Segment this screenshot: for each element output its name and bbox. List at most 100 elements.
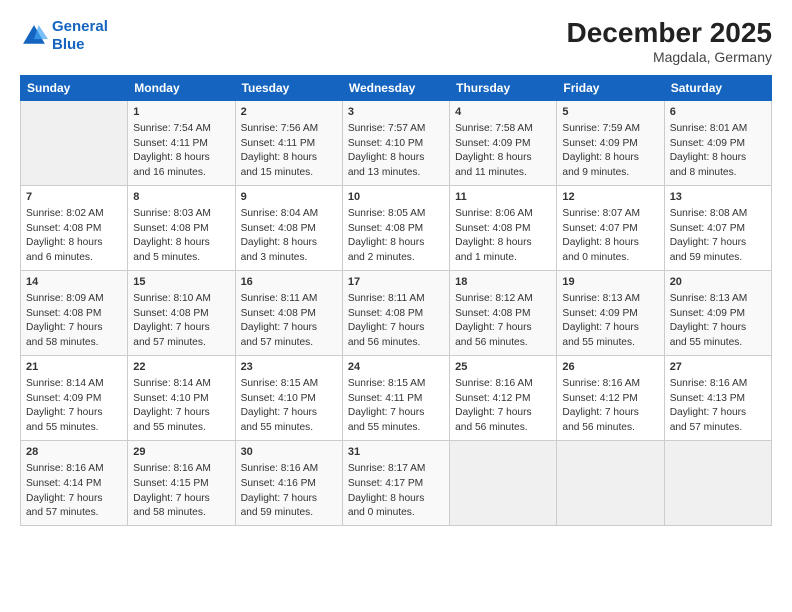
calendar-cell: 18Sunrise: 8:12 AMSunset: 4:08 PMDayligh… [450,270,557,355]
day-info: Sunset: 4:08 PM [455,222,551,237]
day-info: and 59 minutes. [241,506,337,521]
day-number: 2 [241,105,337,121]
day-info: Sunrise: 8:06 AM [455,207,551,222]
day-info: and 56 minutes. [562,421,658,436]
day-info: Sunset: 4:08 PM [26,307,122,322]
day-info: Sunrise: 8:12 AM [455,292,551,307]
header-day-monday: Monday [128,75,235,100]
day-info: Daylight: 8 hours [348,151,444,166]
day-number: 7 [26,190,122,206]
day-info: Sunrise: 8:16 AM [670,377,766,392]
day-info: and 57 minutes. [670,421,766,436]
header: General Blue December 2025 Magdala, Germ… [20,18,772,65]
day-info: Sunset: 4:15 PM [133,477,229,492]
day-info: Sunset: 4:09 PM [562,137,658,152]
day-info: Daylight: 7 hours [241,492,337,507]
calendar-cell: 12Sunrise: 8:07 AMSunset: 4:07 PMDayligh… [557,185,664,270]
day-info: Sunrise: 8:13 AM [670,292,766,307]
header-row: SundayMondayTuesdayWednesdayThursdayFrid… [21,75,772,100]
day-info: and 58 minutes. [133,506,229,521]
day-number: 25 [455,360,551,376]
day-info: and 9 minutes. [562,166,658,181]
calendar-cell [557,441,664,526]
calendar-cell: 11Sunrise: 8:06 AMSunset: 4:08 PMDayligh… [450,185,557,270]
day-info: and 55 minutes. [26,421,122,436]
calendar-title: December 2025 [567,18,772,49]
day-info: Sunset: 4:17 PM [348,477,444,492]
day-info: and 58 minutes. [26,336,122,351]
day-info: and 3 minutes. [241,251,337,266]
day-number: 4 [455,105,551,121]
day-info: and 56 minutes. [348,336,444,351]
day-number: 3 [348,105,444,121]
day-info: Sunrise: 8:14 AM [133,377,229,392]
calendar-cell: 14Sunrise: 8:09 AMSunset: 4:08 PMDayligh… [21,270,128,355]
calendar-cell: 30Sunrise: 8:16 AMSunset: 4:16 PMDayligh… [235,441,342,526]
calendar-cell: 17Sunrise: 8:11 AMSunset: 4:08 PMDayligh… [342,270,449,355]
day-info: Sunset: 4:08 PM [241,307,337,322]
day-info: Sunset: 4:08 PM [348,307,444,322]
day-info: Daylight: 8 hours [133,236,229,251]
day-info: and 56 minutes. [455,421,551,436]
day-info: and 11 minutes. [455,166,551,181]
calendar-cell: 8Sunrise: 8:03 AMSunset: 4:08 PMDaylight… [128,185,235,270]
day-info: Sunset: 4:07 PM [562,222,658,237]
day-info: Daylight: 7 hours [348,406,444,421]
calendar-cell: 4Sunrise: 7:58 AMSunset: 4:09 PMDaylight… [450,100,557,185]
calendar-cell: 6Sunrise: 8:01 AMSunset: 4:09 PMDaylight… [664,100,771,185]
day-info: and 16 minutes. [133,166,229,181]
day-number: 12 [562,190,658,206]
day-info: Sunrise: 8:16 AM [455,377,551,392]
day-info: Sunrise: 8:07 AM [562,207,658,222]
day-info: Daylight: 8 hours [348,236,444,251]
logo: General Blue [20,18,108,54]
week-row-4: 21Sunrise: 8:14 AMSunset: 4:09 PMDayligh… [21,355,772,440]
day-info: Sunset: 4:11 PM [133,137,229,152]
day-number: 5 [562,105,658,121]
day-number: 20 [670,275,766,291]
day-info: Daylight: 7 hours [241,406,337,421]
header-day-friday: Friday [557,75,664,100]
day-info: and 6 minutes. [26,251,122,266]
calendar-cell: 20Sunrise: 8:13 AMSunset: 4:09 PMDayligh… [664,270,771,355]
calendar-cell: 7Sunrise: 8:02 AMSunset: 4:08 PMDaylight… [21,185,128,270]
day-info: Sunrise: 8:01 AM [670,122,766,137]
header-day-wednesday: Wednesday [342,75,449,100]
day-number: 8 [133,190,229,206]
day-info: Sunset: 4:08 PM [348,222,444,237]
day-info: and 55 minutes. [670,336,766,351]
calendar-cell [450,441,557,526]
day-number: 6 [670,105,766,121]
day-info: and 5 minutes. [133,251,229,266]
day-number: 1 [133,105,229,121]
day-info: Daylight: 8 hours [241,236,337,251]
day-number: 16 [241,275,337,291]
day-number: 30 [241,445,337,461]
day-info: Sunrise: 8:11 AM [241,292,337,307]
week-row-3: 14Sunrise: 8:09 AMSunset: 4:08 PMDayligh… [21,270,772,355]
calendar-cell: 25Sunrise: 8:16 AMSunset: 4:12 PMDayligh… [450,355,557,440]
calendar-cell: 9Sunrise: 8:04 AMSunset: 4:08 PMDaylight… [235,185,342,270]
day-info: Sunset: 4:09 PM [670,137,766,152]
day-info: Sunset: 4:11 PM [241,137,337,152]
day-number: 17 [348,275,444,291]
day-info: and 0 minutes. [348,506,444,521]
day-info: Daylight: 7 hours [26,492,122,507]
day-number: 28 [26,445,122,461]
calendar-cell: 24Sunrise: 8:15 AMSunset: 4:11 PMDayligh… [342,355,449,440]
day-info: Daylight: 7 hours [133,321,229,336]
calendar-cell: 29Sunrise: 8:16 AMSunset: 4:15 PMDayligh… [128,441,235,526]
calendar-body: 1Sunrise: 7:54 AMSunset: 4:11 PMDaylight… [21,100,772,525]
day-info: Sunset: 4:14 PM [26,477,122,492]
day-info: Sunrise: 8:16 AM [133,462,229,477]
day-info: and 0 minutes. [562,251,658,266]
day-info: Daylight: 8 hours [562,236,658,251]
page: General Blue December 2025 Magdala, Germ… [0,0,792,612]
day-info: Sunset: 4:09 PM [26,392,122,407]
day-info: Sunrise: 7:57 AM [348,122,444,137]
logo-line2: Blue [52,36,85,53]
header-day-tuesday: Tuesday [235,75,342,100]
day-info: Sunset: 4:09 PM [670,307,766,322]
day-number: 24 [348,360,444,376]
day-info: and 59 minutes. [670,251,766,266]
